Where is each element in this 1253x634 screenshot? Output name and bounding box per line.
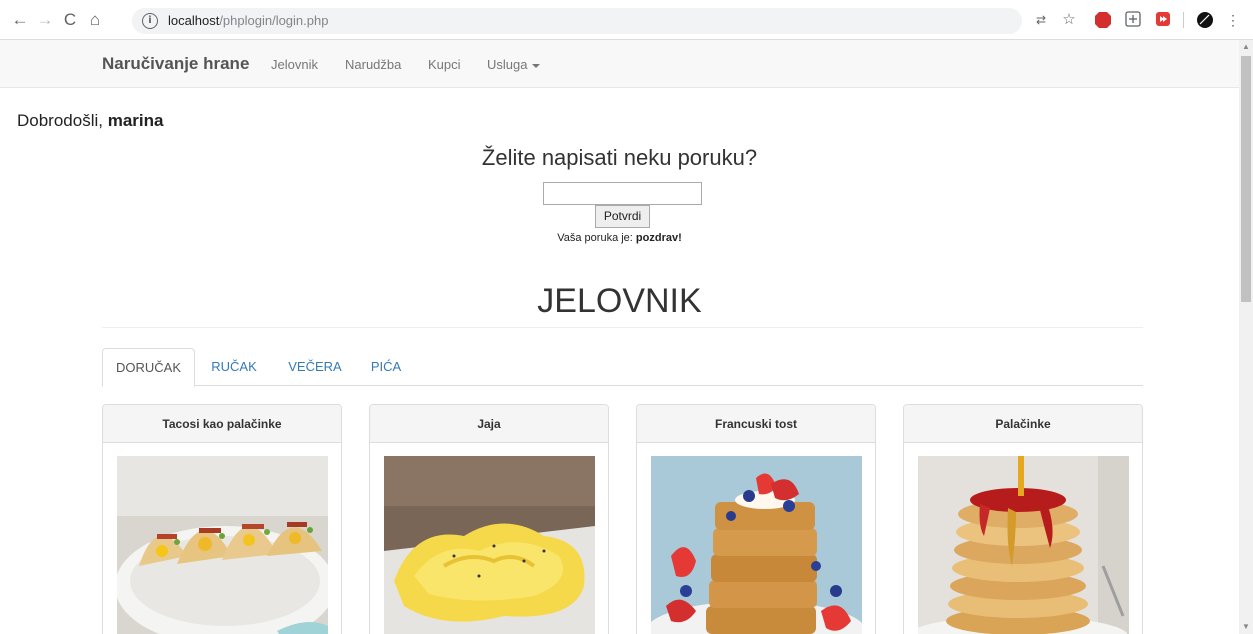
home-icon[interactable]: ⌂ <box>83 8 107 32</box>
reload-icon[interactable]: C <box>58 8 82 32</box>
menu-divider <box>102 327 1143 328</box>
menu-title: JELOVNIK <box>537 282 702 320</box>
browser-menu-icon[interactable]: ⋮ <box>1226 11 1240 29</box>
message-question: Želite napisati neku poruku? <box>481 145 758 170</box>
food-photo-tacos <box>117 456 328 634</box>
address-bar[interactable]: i localhost/phplogin/login.php <box>132 8 1022 34</box>
menu-item-card[interactable]: Palačinke <box>903 404 1143 634</box>
menu-item-card[interactable]: Jaja <box>369 404 609 634</box>
menu-item-title: Jaja <box>370 405 608 443</box>
menu-item-card[interactable]: Tacosi kao palačinke <box>102 404 342 634</box>
extension-video-icon[interactable] <box>1154 11 1172 29</box>
profile-avatar-icon[interactable] <box>1196 11 1214 29</box>
bookmark-star-icon[interactable]: ☆ <box>1060 11 1078 29</box>
menu-item-title: Francuski tost <box>637 405 875 443</box>
menu-item-title: Tacosi kao palačinke <box>103 405 341 443</box>
message-result-value: pozdrav! <box>635 232 682 244</box>
menu-item-title: Palačinke <box>904 405 1142 443</box>
forward-icon[interactable]: → <box>33 8 57 32</box>
nav-dropdown-label: Usluga <box>487 57 528 72</box>
back-icon[interactable]: ← <box>8 8 32 32</box>
welcome-message: Dobrodošli, marina <box>17 111 164 130</box>
nav-link-kupci[interactable]: Kupci <box>428 57 461 72</box>
tab-vecera[interactable]: VEČERA <box>280 348 350 386</box>
address-url[interactable]: localhost/phplogin/login.php <box>168 13 328 28</box>
menu-item-card[interactable]: Francuski tost <box>636 404 876 634</box>
message-result: Vaša poruka je: pozdrav! <box>557 232 682 244</box>
username: marina <box>107 111 164 130</box>
browser-toolbar: ← → C ⌂ i localhost/phplogin/login.php ⇄… <box>0 0 1253 40</box>
menu-tabs: DORUČAK RUČAK VEČERA PIĆA <box>102 348 1143 387</box>
tab-dorucak[interactable]: DORUČAK <box>102 348 195 387</box>
translate-icon[interactable]: ⇄ <box>1032 11 1050 29</box>
site-navbar: Naručivanje hrane Jelovnik Narudžba Kupc… <box>0 40 1239 88</box>
toolbar-divider <box>1183 12 1184 28</box>
scrollbar-thumb[interactable] <box>1241 56 1251 302</box>
scroll-down-icon[interactable]: ▼ <box>1239 620 1253 634</box>
caret-down-icon <box>532 63 541 68</box>
adblock-icon[interactable] <box>1094 11 1112 29</box>
info-icon[interactable]: i <box>142 13 158 29</box>
food-photo-pancakes <box>918 456 1129 634</box>
message-input[interactable] <box>543 182 702 205</box>
nav-link-narudzba[interactable]: Narudžba <box>345 57 401 72</box>
extension-plus-icon[interactable] <box>1124 11 1142 29</box>
tab-pica[interactable]: PIĆA <box>364 348 408 386</box>
submit-button[interactable]: Potvrdi <box>595 205 650 228</box>
page-scrollbar[interactable]: ▲ ▼ <box>1239 40 1253 634</box>
nav-link-jelovnik[interactable]: Jelovnik <box>271 57 318 72</box>
nav-dropdown-usluga[interactable]: Usluga <box>487 57 541 72</box>
scroll-up-icon[interactable]: ▲ <box>1239 40 1253 54</box>
food-photo-eggs <box>384 456 595 634</box>
navbar-brand[interactable]: Naručivanje hrane <box>102 54 249 74</box>
tab-rucak[interactable]: RUČAK <box>202 348 266 386</box>
food-photo-french-toast <box>651 456 862 634</box>
